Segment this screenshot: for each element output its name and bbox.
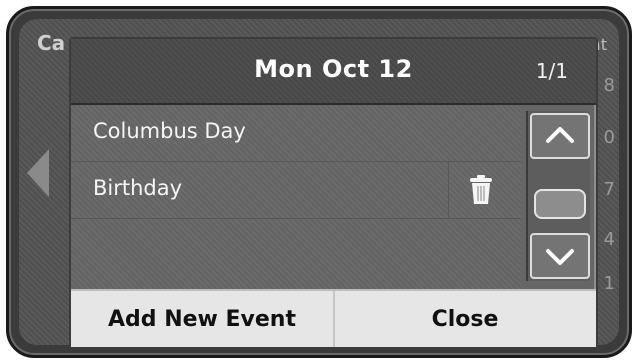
- background-day-number: 0: [603, 127, 615, 148]
- event-label: Columbus Day: [93, 119, 246, 143]
- trash-icon[interactable]: [467, 174, 495, 206]
- event-label: Birthday: [93, 176, 183, 200]
- background-calendar-title: Ca: [37, 31, 66, 55]
- dialog-footer: Add New Event Close: [71, 289, 596, 347]
- scroll-up-button[interactable]: [530, 113, 590, 159]
- chevron-down-icon: [546, 249, 574, 265]
- event-row-columbus-day[interactable]: Columbus Day: [71, 105, 521, 162]
- dialog-title: Mon Oct 12: [254, 55, 413, 83]
- scroll-thumb[interactable]: [534, 189, 586, 219]
- background-day-number: 7: [603, 179, 615, 200]
- background-day-number: 4: [603, 229, 615, 250]
- background-day-number: 1: [603, 273, 615, 294]
- scroll-down-button[interactable]: [530, 233, 590, 279]
- dialog-header: Mon Oct 12 1/1: [71, 39, 596, 105]
- event-row-birthday[interactable]: Birthday: [71, 162, 521, 219]
- close-button[interactable]: Close: [334, 291, 596, 347]
- previous-month-arrow-icon[interactable]: [27, 149, 49, 197]
- device-frame: Ca at 8 0 7 4 1 Mon Oct 12 1/1 Columbus …: [6, 6, 632, 358]
- page-indicator: 1/1: [535, 59, 568, 83]
- row-divider: [448, 162, 449, 218]
- add-new-event-button[interactable]: Add New Event: [71, 291, 335, 347]
- background-day-number: 8: [603, 75, 615, 96]
- event-list: Columbus Day Birthday: [71, 105, 521, 289]
- scrollbar[interactable]: [526, 111, 590, 281]
- chevron-up-icon: [546, 127, 574, 143]
- day-events-dialog: Mon Oct 12 1/1 Columbus Day Birthday Add…: [69, 37, 598, 349]
